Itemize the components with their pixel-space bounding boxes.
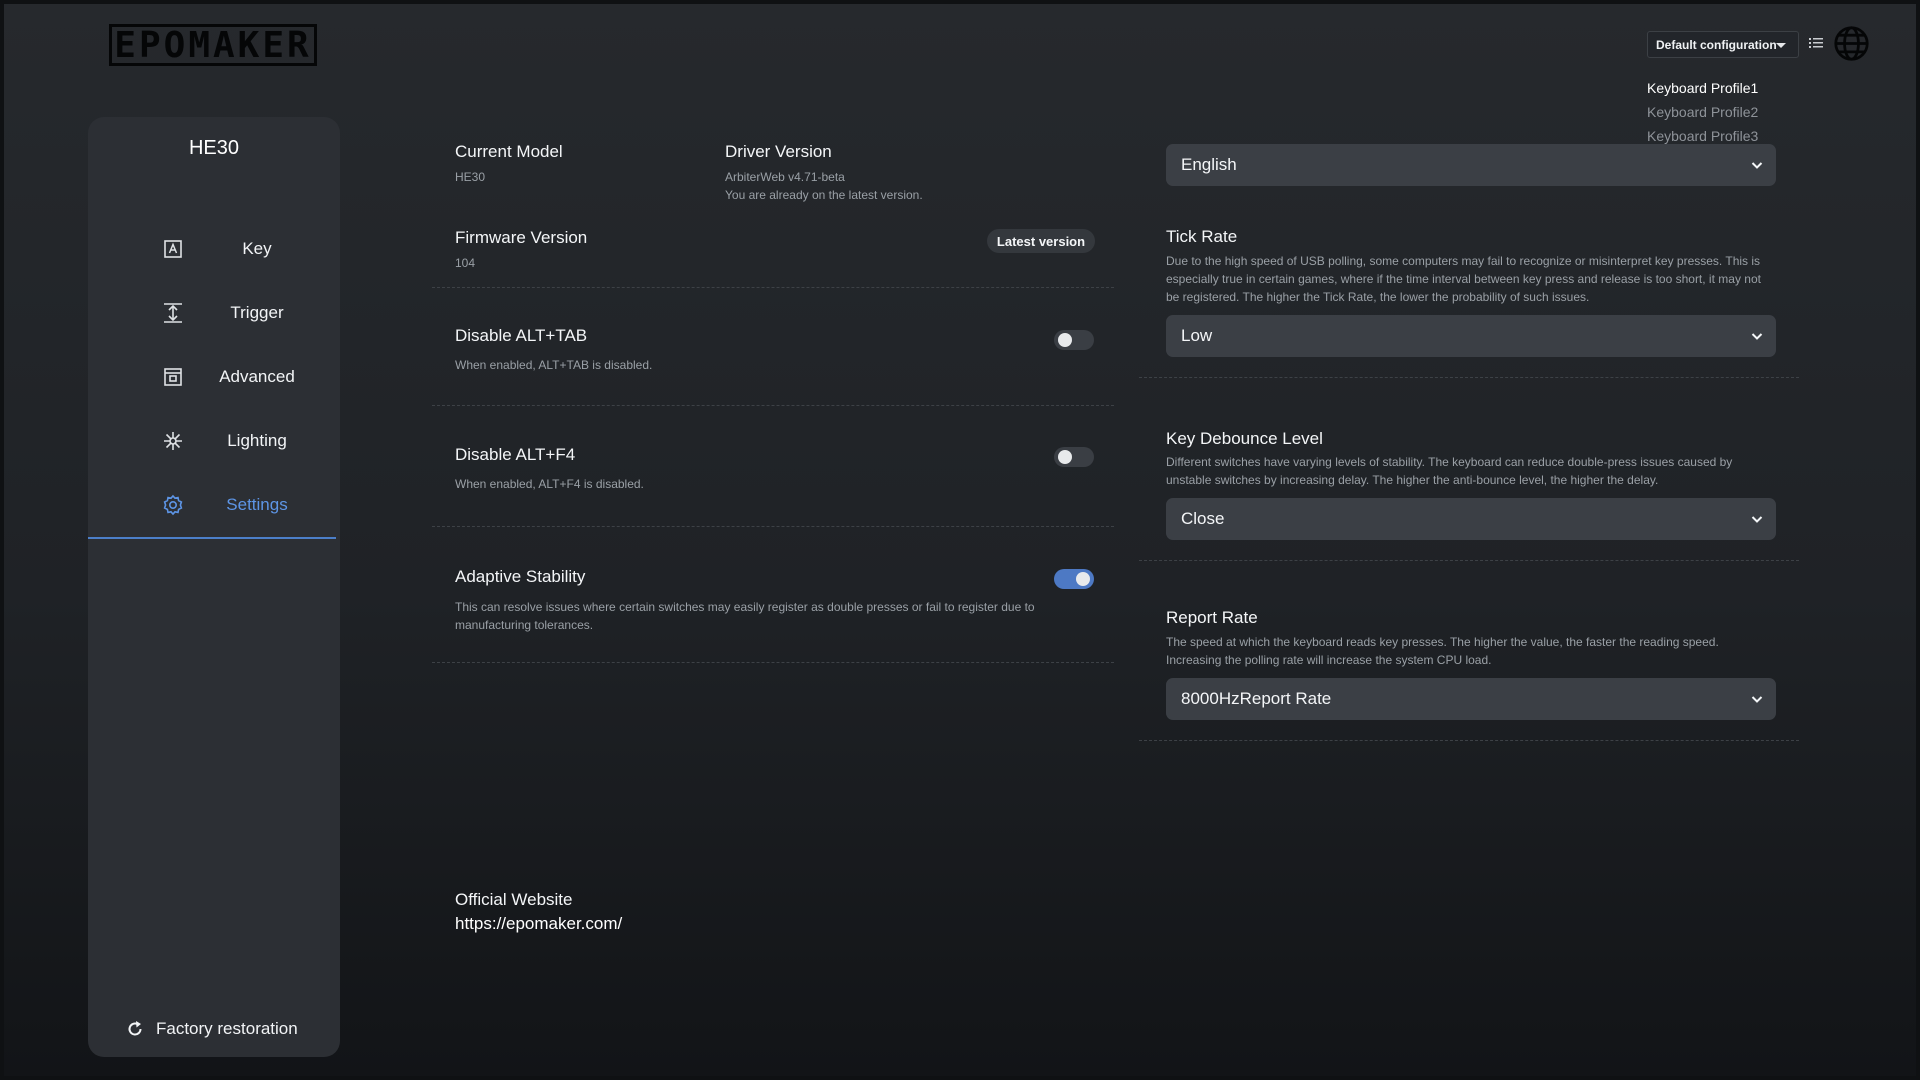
firmware-version-label: Firmware Version [455,228,588,247]
chevron-down-icon [1751,696,1763,703]
divider [1139,377,1799,378]
divider [432,287,1114,288]
refresh-icon [128,1021,142,1036]
factory-restoration-button[interactable]: Factory restoration [126,1017,298,1041]
disable-alt-tab-toggle[interactable] [1054,330,1094,350]
divider [432,526,1114,527]
list-icon[interactable] [1809,36,1823,50]
key-debounce-desc: Different switches have varying levels o… [1166,455,1733,487]
factory-restoration-label: Factory restoration [156,1019,298,1038]
active-indicator [88,537,336,539]
sidebar-item-advanced[interactable]: Advanced [88,357,340,397]
tick-rate-desc: Due to the high speed of USB polling, so… [1166,254,1761,304]
key-icon [162,238,184,260]
official-website-link[interactable]: https://epomaker.com/ [455,914,622,934]
device-name: HE30 [188,137,240,159]
current-model-label: Current Model [455,142,563,161]
firmware-status-badge: Latest version [987,229,1095,253]
disable-alt-tab-title: Disable ALT+TAB [455,326,588,345]
adaptive-stability-toggle[interactable] [1054,569,1094,589]
key-debounce-title: Key Debounce Level [1166,429,1323,448]
report-rate-value: 8000HzReport Rate [1181,689,1332,708]
report-rate-title: Report Rate [1166,608,1258,627]
disable-alt-tab-desc: When enabled, ALT+TAB is disabled. [455,358,653,372]
disable-alt-f4-toggle[interactable] [1054,447,1094,467]
caret-down-icon [1776,43,1786,48]
adaptive-stability-title: Adaptive Stability [455,567,586,586]
driver-version-value: ArbiterWeb v4.71-beta [725,170,845,184]
language-value: English [1181,155,1237,174]
app-window: EPOMAKER Default configuration Keyboard … [4,4,1916,1076]
divider [432,405,1114,406]
sidebar: HE30 Key Trigger Advanced Lighting Setti… [88,117,340,1057]
sidebar-item-lighting[interactable]: Lighting [88,421,340,461]
profile-item[interactable]: Keyboard Profile2 [1647,100,1758,124]
firmware-version-value: 104 [455,256,476,270]
chevron-down-icon [1751,333,1763,340]
sidebar-item-trigger[interactable]: Trigger [88,293,340,333]
current-model-value: HE30 [455,170,486,184]
driver-status-text: You are already on the latest version. [725,188,923,202]
disable-alt-f4-title: Disable ALT+F4 [455,445,576,464]
profile-list: Keyboard Profile1 Keyboard Profile2 Keyb… [1647,76,1758,148]
divider [432,662,1114,663]
adaptive-stability-desc: This can resolve issues where certain sw… [455,600,1035,632]
disable-alt-f4-desc: When enabled, ALT+F4 is disabled. [455,477,644,491]
sidebar-item-label: Advanced [219,367,295,386]
tick-rate-title: Tick Rate [1166,227,1238,246]
advanced-icon [162,366,184,388]
configuration-value: Default configuration [1656,37,1777,52]
key-debounce-select[interactable]: Close [1166,498,1776,540]
divider [1139,560,1799,561]
settings-gear-icon [162,494,184,516]
toggle-knob [1058,450,1072,464]
report-rate-desc: The speed at which the keyboard reads ke… [1166,635,1719,667]
toggle-knob [1058,333,1072,347]
sidebar-item-label: Settings [226,495,288,514]
globe-icon[interactable] [1833,25,1870,62]
tick-rate-value: Low [1181,326,1213,345]
sidebar-item-label: Trigger [230,303,284,322]
chevron-down-icon [1751,516,1763,523]
sidebar-item-label: Key [242,239,272,258]
official-website-label: Official Website [455,890,573,909]
lighting-icon [162,430,184,452]
toggle-knob [1076,572,1090,586]
language-select[interactable]: English [1166,144,1776,186]
sidebar-item-key[interactable]: Key [88,229,340,269]
key-debounce-value: Close [1181,509,1225,528]
trigger-icon [162,302,184,324]
sidebar-item-label: Lighting [227,431,287,450]
profile-item[interactable]: Keyboard Profile1 [1647,76,1758,100]
sidebar-item-settings[interactable]: Settings [88,485,340,525]
configuration-select[interactable]: Default configuration [1647,31,1799,58]
divider [1139,740,1799,741]
driver-version-label: Driver Version [725,142,832,161]
report-rate-select[interactable]: 8000HzReport Rate [1166,678,1776,720]
tick-rate-select[interactable]: Low [1166,315,1776,357]
epomaker-logo: EPOMAKER [109,24,317,66]
chevron-down-icon [1751,162,1763,169]
